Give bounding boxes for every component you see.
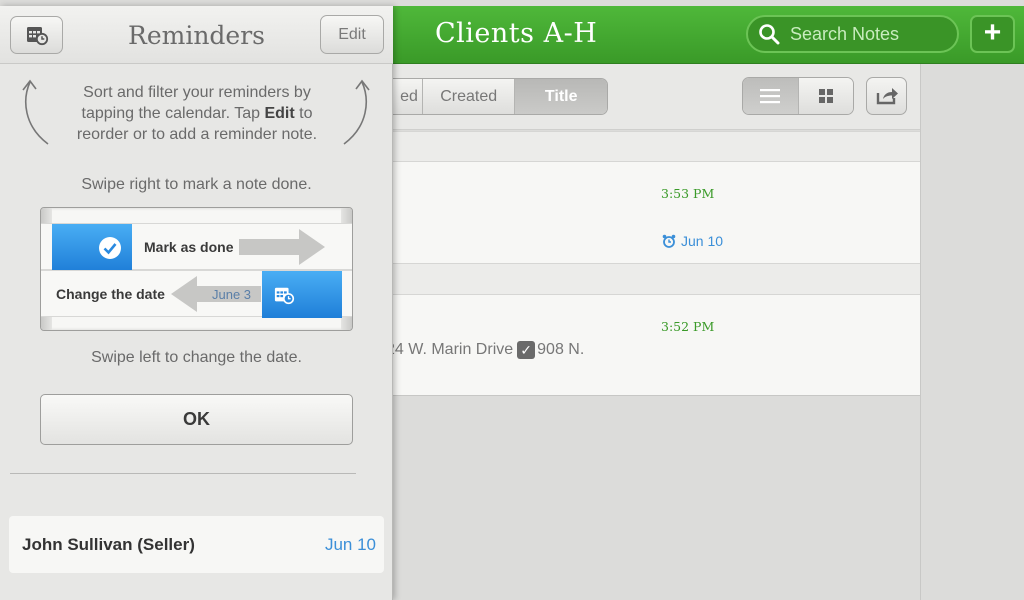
snippet-view-button[interactable] [797, 78, 853, 114]
calendar-clock-icon [274, 287, 295, 304]
notebook-title[interactable]: Clients A-H [435, 18, 597, 49]
search-placeholder: Search Notes [790, 23, 900, 44]
note-reminder-date: Jun 10 [681, 233, 724, 249]
checkmark-icon [99, 236, 121, 259]
share-button[interactable] [866, 77, 907, 115]
add-note-button[interactable]: + [970, 15, 1015, 53]
tab-title[interactable]: Title [514, 79, 607, 114]
arrow-right-icon [239, 229, 325, 265]
demo-date: June 3 [212, 287, 252, 302]
note-snippet: 24 W. Marin Drive ✓ 908 N. [386, 341, 584, 359]
sort-hint-edit: Edit [264, 105, 295, 122]
calendar-clock-icon [26, 27, 48, 46]
grid-view-icon [818, 89, 833, 103]
plus-icon: + [983, 16, 1002, 49]
search-icon [759, 24, 780, 45]
curved-arrow-icon [343, 79, 370, 145]
calendar-filter-button[interactable] [10, 16, 63, 54]
curved-arrow-icon [22, 79, 49, 145]
note-snippet-text: 908 N. [537, 341, 585, 358]
reminder-note-title: John Sullivan (Seller) [22, 534, 195, 554]
share-icon [876, 88, 898, 105]
demo-row-change-date: Change the date June 3 [41, 270, 352, 318]
note-snippet-text: 24 W. Marin Drive [386, 341, 514, 358]
reminders-panel: Reminders Edit Sort and filter your remi… [0, 6, 393, 600]
sort-segmented-control: ed Created Title [390, 78, 608, 115]
demo-date-swatch [262, 271, 342, 318]
swipe-left-hint: Swipe left to change the date. [91, 349, 302, 366]
right-gutter [920, 64, 1024, 600]
swipe-right-hint: Swipe right to mark a note done. [81, 176, 312, 193]
alarm-clock-icon [662, 234, 676, 248]
list-view-button[interactable] [743, 78, 798, 114]
ok-button[interactable]: OK [40, 394, 353, 445]
view-mode-control [742, 77, 854, 115]
checkbox-icon: ✓ [517, 341, 536, 359]
divider [10, 473, 356, 474]
demo-done-swatch [52, 224, 132, 271]
section-separator [390, 131, 920, 162]
note-list: 3:53 PM Jun 10 3:52 PM 24 W. Marin Drive… [386, 131, 920, 396]
swipe-demo-illustration: Mark as done Change the date June 3 [40, 207, 353, 331]
list-view-icon [760, 89, 781, 104]
reminder-list-item[interactable]: John Sullivan (Seller) Jun 10 [9, 516, 384, 573]
reminder-date: Jun 10 [324, 534, 376, 554]
note-time: 3:52 PM [661, 319, 715, 334]
note-reminder: Jun 10 [662, 233, 723, 249]
demo-row-mark-done: Mark as done [41, 223, 352, 271]
note-time: 3:53 PM [661, 186, 715, 201]
section-separator [390, 263, 920, 295]
sort-hint: Sort and filter your reminders by tappin… [55, 82, 339, 145]
tab-created[interactable]: Created [421, 79, 515, 114]
edit-button[interactable]: Edit [320, 15, 384, 54]
list-item[interactable]: 3:53 PM Jun 10 [390, 163, 920, 263]
search-input[interactable]: Search Notes [746, 15, 959, 53]
demo-change-label: Change the date [56, 286, 165, 302]
demo-mark-label: Mark as done [144, 239, 234, 255]
list-empty-area [390, 397, 920, 600]
tab-updated[interactable]: ed [390, 79, 422, 114]
list-item[interactable]: 3:52 PM 24 W. Marin Drive ✓ 908 N. [386, 295, 920, 395]
